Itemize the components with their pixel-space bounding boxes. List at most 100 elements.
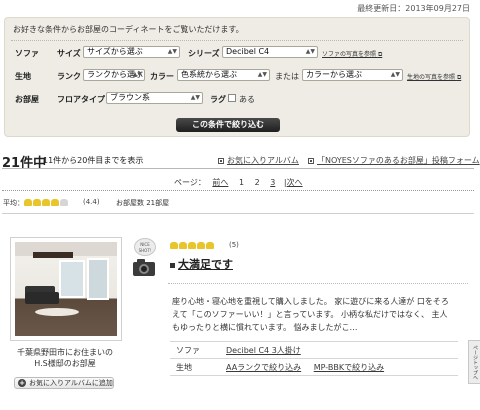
filter-intro: お好きな条件からお部屋のコーディネートをご覧いただけます。 — [13, 25, 244, 34]
review-body: 座り心地・寝心地を重視して購入しました。 家に遊びに来る人達が 口をそろえて「こ… — [172, 297, 449, 332]
pagination: ページ： 前へ 1 2 3 |次へ — [174, 177, 303, 188]
pager-label: ページ： — [174, 178, 206, 187]
fabric-code-filter-link[interactable]: MP-BBKで絞り込み — [314, 363, 384, 372]
size-label: サイズ — [57, 49, 81, 58]
spec-row-sofa: ソファ Decibel C4 3人掛け — [170, 341, 458, 359]
review-rating-number: (5) — [229, 241, 239, 249]
square-bullet-icon — [170, 262, 175, 268]
apply-filter-button[interactable]: この条件で絞り込む — [176, 118, 280, 132]
series-label: シリーズ — [188, 49, 220, 58]
last-updated: 最終更新日：2013年09月27日 — [357, 4, 470, 13]
review-title: 大満足です — [178, 258, 233, 271]
pager-page-3[interactable]: 3 — [270, 178, 275, 187]
spec-key: 生地 — [170, 358, 220, 376]
external-window-icon: ⧉ — [456, 74, 462, 81]
star-filled-icon — [24, 199, 32, 206]
color-group-select-value: 色系統から選ぶ — [181, 70, 237, 79]
rug-label: ラグ — [210, 95, 226, 104]
star-filled-icon — [206, 242, 214, 249]
color-label: カラー — [150, 72, 174, 81]
fabric-row-label: 生地 — [15, 72, 31, 81]
photo-caption-line1: 千葉県野田市にお住まいの — [17, 348, 113, 357]
photo-window — [87, 258, 109, 300]
photo-window — [59, 260, 85, 298]
spec-key: ソファ — [170, 341, 220, 359]
color-select[interactable]: カラーから選ぶ ▲▼ — [302, 69, 403, 81]
photo-sofa — [25, 292, 59, 304]
room-photo-frame[interactable] — [10, 237, 122, 341]
spec-row-fabric: 生地 AAランクで絞り込み MP-BBKで絞り込み — [170, 358, 458, 376]
fabric-rank-filter-link[interactable]: AAランクで絞り込み — [226, 363, 301, 372]
review-stars — [170, 242, 214, 249]
average-stars — [24, 199, 68, 206]
page-top-tab[interactable]: ページトップへ — [468, 340, 480, 384]
color-group-select[interactable]: 色系統から選ぶ ▲▼ — [177, 69, 270, 81]
room-photo[interactable] — [15, 242, 117, 336]
fabric-photo-link-label: 生地の写真を参照 — [407, 74, 456, 81]
external-window-icon: ⧉ — [377, 51, 383, 58]
nice-shot-badge: NICE SHOT! — [134, 238, 156, 256]
post-form-link-label: 「NOYESソファのあるお部屋」投稿フォーム — [317, 156, 480, 165]
pager-next-link[interactable]: 次へ — [287, 178, 303, 187]
chevron-down-icon: ▲▼ — [132, 71, 142, 78]
add-to-album-button[interactable]: + お気に入りアルバムに追加 — [14, 377, 114, 389]
photo-rug — [35, 308, 79, 316]
plus-icon: + — [18, 379, 26, 387]
add-to-album-label: お気に入りアルバムに追加 — [29, 379, 113, 387]
rug-checkbox-label: ある — [239, 95, 255, 104]
divider — [168, 283, 468, 284]
star-filled-icon — [42, 199, 50, 206]
rank-label: ランク — [57, 72, 81, 81]
rank-select[interactable]: ランクから選ぶ ▲▼ — [83, 69, 145, 81]
filter-panel: お好きな条件からお部屋のコーディネートをご覧いただけます。 ソファ サイズ サイ… — [4, 17, 470, 137]
pager-prev-link[interactable]: 前へ — [212, 178, 228, 187]
star-filled-icon — [179, 242, 187, 249]
photo-caption: 千葉県野田市にお住まいの H.S様邸のお部屋 — [2, 347, 128, 369]
size-select[interactable]: サイズから選ぶ ▲▼ — [83, 46, 180, 58]
result-range: 11件から20件目までを表示 — [43, 156, 144, 165]
review-title-link[interactable]: 大満足です — [170, 256, 233, 272]
pager-page-2: 2 — [254, 178, 260, 187]
star-filled-icon — [188, 242, 196, 249]
spec-table: ソファ Decibel C4 3人掛け 生地 AAランクで絞り込み MP-BBK… — [170, 341, 458, 376]
average-label: 平均： — [3, 199, 24, 207]
favorite-album-link[interactable]: お気に入りアルバム — [218, 155, 299, 166]
camera-icon-top — [137, 259, 145, 262]
sofa-series-link[interactable]: Decibel C4 3人掛け — [226, 346, 301, 355]
chevron-down-icon: ▲▼ — [305, 48, 315, 55]
spec-value: AAランクで絞り込み MP-BBKで絞り込み — [220, 358, 458, 376]
room-row-label: お部屋 — [15, 95, 39, 104]
divider — [2, 168, 474, 169]
sofa-photo-link-label: ソファの写真を参照 — [322, 51, 377, 58]
floor-type-label: フロアタイプ — [57, 95, 105, 104]
chevron-down-icon: ▲▼ — [390, 71, 400, 78]
series-select-value: Decibel C4 — [226, 47, 270, 56]
spec-value: Decibel C4 3人掛け — [220, 341, 458, 359]
fabric-photo-link[interactable]: 生地の写真を参照 ⧉ — [407, 72, 461, 82]
size-select-value: サイズから選ぶ — [87, 47, 143, 56]
chevron-down-icon: ▲▼ — [190, 94, 200, 101]
chevron-down-icon: ▲▼ — [257, 71, 267, 78]
chevron-down-icon: ▲▼ — [167, 48, 177, 55]
rug-checkbox[interactable] — [228, 94, 236, 102]
star-filled-icon — [51, 199, 59, 206]
arrow-square-icon — [218, 157, 224, 164]
color-select-value: カラーから選ぶ — [306, 70, 362, 79]
pager-page-1[interactable]: 1 — [239, 178, 244, 187]
star-filled-icon — [33, 199, 41, 206]
floor-type-select-value: ブラウン系 — [110, 93, 150, 102]
photo-caption-line2: H.S様邸のお部屋 — [34, 359, 96, 368]
floor-type-select[interactable]: ブラウン系 ▲▼ — [106, 92, 203, 104]
favorite-album-link-label: お気に入りアルバム — [227, 156, 299, 165]
post-form-link[interactable]: 「NOYESソファのあるお部屋」投稿フォーム — [308, 155, 480, 166]
star-filled-icon — [170, 242, 178, 249]
room-count: お部屋数 21部屋 — [116, 199, 170, 207]
camera-icon — [133, 259, 155, 276]
sofa-photo-link[interactable]: ソファの写真を参照 ⧉ — [322, 49, 382, 59]
photo-beam — [33, 252, 73, 258]
series-select[interactable]: Decibel C4 ▲▼ — [222, 46, 318, 58]
star-filled-icon — [197, 242, 205, 249]
divider — [2, 213, 474, 214]
star-empty-icon — [60, 199, 68, 206]
average-rating-number: (4.4) — [83, 198, 100, 206]
